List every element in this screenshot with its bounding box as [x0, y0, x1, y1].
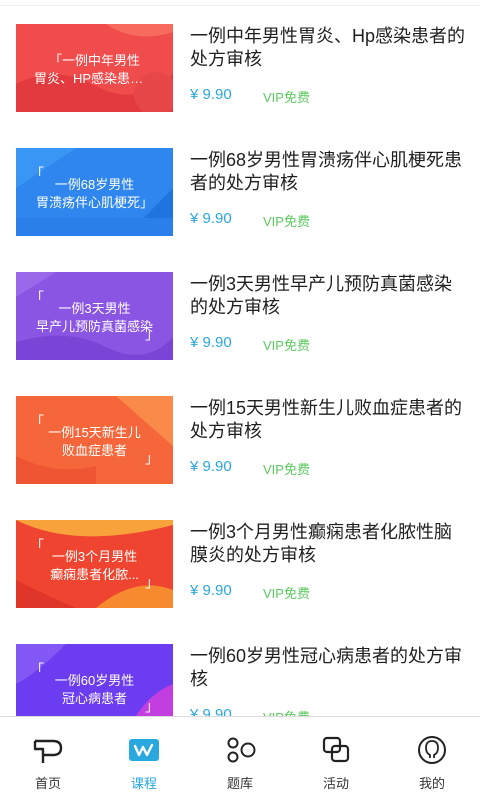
course-thumbnail[interactable]: 「 一例60岁男性 冠心病患者 」: [16, 644, 173, 716]
tab-activity[interactable]: 活动: [288, 717, 384, 800]
thumbnail-line-1: 一例60岁男性: [54, 673, 135, 688]
tab-profile-label: 我的: [418, 776, 445, 791]
thumbnail-line-1: 「一例中年男性: [48, 53, 140, 68]
course-title[interactable]: 一例68岁男性胃溃疡伴心肌梗死患者的处方审核: [190, 149, 468, 195]
course-thumbnail[interactable]: 「 一例3个月男性 癫痫患者化脓... 」: [16, 520, 173, 608]
vip-free-badge: VIP免费: [263, 338, 310, 353]
course-title[interactable]: 一例60岁男性冠心病患者的处方审核: [190, 645, 468, 691]
tab-course-label: 课程: [130, 776, 157, 791]
thumbnail-line-1: 一例15天新生儿: [48, 425, 141, 440]
bottom-tab-bar: 首页 课程 题库 活动 我的: [0, 716, 480, 800]
vip-free-badge: VIP免费: [263, 586, 310, 601]
course-item[interactable]: 「 一例3天男性 早产儿预防真菌感染 」 一例3天男性早产儿预防真菌感染的处方审…: [0, 254, 480, 378]
course-list[interactable]: 「一例中年男性 胃炎、HP感染患者」 一例中年男性胃炎、Hp感染患者的处方审核 …: [0, 6, 480, 716]
bracket-close-icon: 」: [145, 575, 159, 591]
course-price: ¥ 9.90: [190, 582, 232, 599]
thumbnail-line-2: 胃溃疡伴心肌梗死」: [35, 195, 153, 210]
vip-free-badge: VIP免费: [263, 462, 310, 477]
bracket-close-icon: 」: [145, 451, 159, 467]
question-bank-icon: [227, 737, 256, 763]
course-thumbnail[interactable]: 「 一例3天男性 早产儿预防真菌感染 」: [16, 272, 173, 360]
course-title[interactable]: 一例3天男性早产儿预防真菌感染的处方审核: [190, 273, 468, 319]
course-thumbnail[interactable]: 「 一例15天新生儿 败血症患者 」: [16, 396, 173, 484]
course-icon: [129, 739, 159, 761]
bracket-close-icon: 」: [145, 327, 159, 343]
vip-free-badge: VIP免费: [263, 214, 310, 229]
course-thumbnail[interactable]: 「 一例68岁男性 胃溃疡伴心肌梗死」: [16, 148, 173, 236]
course-price: ¥ 9.90: [190, 210, 232, 227]
thumbnail-line-1: 一例68岁男性: [54, 177, 135, 192]
profile-icon: [418, 736, 446, 764]
tab-home-label: 首页: [34, 776, 61, 791]
thumbnail-line-1: 一例3天男性: [58, 301, 131, 316]
tab-course[interactable]: 课程: [96, 717, 192, 800]
course-item[interactable]: 「 一例68岁男性 胃溃疡伴心肌梗死」 一例68岁男性胃溃疡伴心肌梗死患者的处方…: [0, 130, 480, 254]
course-item[interactable]: 「 一例3个月男性 癫痫患者化脓... 」 一例3个月男性癫痫患者化脓性脑膜炎的…: [0, 502, 480, 626]
course-item[interactable]: 「 一例60岁男性 冠心病患者 」 一例60岁男性冠心病患者的处方审核 ¥ 9.…: [0, 626, 480, 716]
home-p-icon: [33, 739, 63, 763]
course-title[interactable]: 一例中年男性胃炎、Hp感染患者的处方审核: [190, 25, 468, 71]
vip-free-badge: VIP免费: [263, 707, 310, 716]
bracket-close-icon: 」: [145, 699, 159, 715]
course-item[interactable]: 「 一例15天新生儿 败血症患者 」 一例15天男性新生儿败血症患者的处方审核 …: [0, 378, 480, 502]
tab-question-bank[interactable]: 题库: [192, 717, 288, 800]
course-title[interactable]: 一例3个月男性癫痫患者化脓性脑膜炎的处方审核: [190, 521, 468, 567]
course-item[interactable]: 「一例中年男性 胃炎、HP感染患者」 一例中年男性胃炎、Hp感染患者的处方审核 …: [0, 6, 480, 130]
course-title[interactable]: 一例15天男性新生儿败血症患者的处方审核: [190, 397, 468, 443]
tab-question-bank-label: 题库: [226, 776, 253, 791]
course-thumbnail[interactable]: 「一例中年男性 胃炎、HP感染患者」: [16, 24, 173, 112]
tab-activity-label: 活动: [322, 776, 349, 791]
tab-profile[interactable]: 我的: [384, 717, 480, 800]
course-price: ¥ 9.90: [190, 706, 232, 716]
course-price: ¥ 9.90: [190, 86, 232, 103]
activity-icon: [322, 736, 350, 763]
tab-home[interactable]: 首页: [0, 717, 96, 800]
course-price: ¥ 9.90: [190, 334, 232, 351]
thumbnail-line-2: 胃炎、HP感染患者」: [34, 71, 157, 86]
thumbnail-line-1: 一例3个月男性: [51, 549, 138, 564]
vip-free-badge: VIP免费: [263, 90, 310, 105]
course-price: ¥ 9.90: [190, 458, 232, 475]
